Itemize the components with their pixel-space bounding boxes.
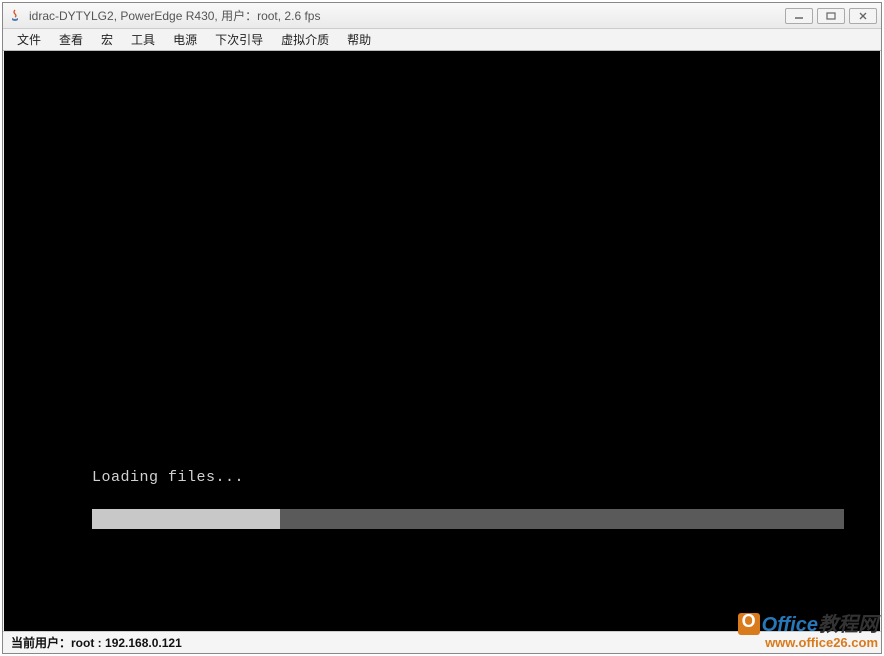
- minimize-button[interactable]: [785, 8, 813, 24]
- java-icon: [7, 8, 23, 24]
- title-bar[interactable]: idrac-DYTYLG2, PowerEdge R430, 用户：root, …: [3, 3, 881, 29]
- menu-file[interactable]: 文件: [9, 29, 49, 50]
- close-button[interactable]: [849, 8, 877, 24]
- menu-tools[interactable]: 工具: [123, 29, 163, 50]
- status-bar: 当前用户： root : 192.168.0.121: [3, 631, 881, 653]
- status-ip: 192.168.0.121: [105, 636, 182, 650]
- menu-power[interactable]: 电源: [165, 29, 205, 50]
- maximize-button[interactable]: [817, 8, 845, 24]
- progress-fill: [92, 509, 280, 529]
- status-sep: :: [94, 636, 105, 650]
- menu-bar: 文件 查看 宏 工具 电源 下次引导 虚拟介质 帮助: [3, 29, 881, 51]
- window-title: idrac-DYTYLG2, PowerEdge R430, 用户：root, …: [29, 7, 785, 24]
- window-controls: [785, 8, 877, 24]
- menu-next-boot[interactable]: 下次引导: [207, 29, 271, 50]
- status-label: 当前用户：: [11, 634, 71, 651]
- console-viewport[interactable]: Loading files...: [4, 51, 880, 631]
- progress-bar: [92, 509, 844, 529]
- menu-view[interactable]: 查看: [51, 29, 91, 50]
- application-window: idrac-DYTYLG2, PowerEdge R430, 用户：root, …: [2, 2, 882, 654]
- menu-help[interactable]: 帮助: [339, 29, 379, 50]
- menu-virtual-media[interactable]: 虚拟介质: [273, 29, 337, 50]
- status-user: root: [71, 636, 94, 650]
- menu-macros[interactable]: 宏: [93, 29, 121, 50]
- loading-text: Loading files...: [92, 469, 244, 486]
